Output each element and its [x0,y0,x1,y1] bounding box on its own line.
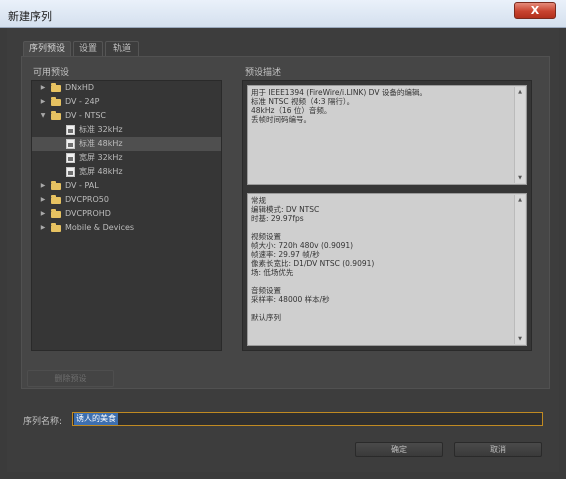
tree-folder-dnxhd[interactable]: ▶ DNxHD [32,81,221,95]
close-button[interactable]: X [514,2,556,19]
tree-item-label: 宽屏 32kHz [79,153,123,162]
folder-icon [51,83,61,92]
details-line: 时基: 29.97fps [251,214,304,223]
close-icon: X [530,4,540,17]
preset-description-label: 预设描述 [245,68,282,78]
preset-file-icon [66,153,75,163]
window-title: 新建序列 [8,10,52,23]
details-spacer [251,223,512,232]
folder-icon [51,181,61,190]
summary-line: 用于 IEEE1394 (FireWire/i.LINK) DV 设备的编辑。 [251,88,427,97]
delete-preset-button[interactable]: 删除预设 [27,370,114,387]
preset-tree[interactable]: ▶ DNxHD ▶ DV - 24P ▼ DV - NTSC 标准 32kHz … [31,80,222,351]
summary-textarea[interactable]: 用于 IEEE1394 (FireWire/i.LINK) DV 设备的编辑。 … [247,85,527,185]
preset-file-icon [66,125,75,135]
tree-item-label: DV - PAL [65,181,99,190]
tree-folder-mobile-devices[interactable]: ▶ Mobile & Devices [32,221,221,235]
details-line: 常规 [251,196,266,205]
folder-icon [51,209,61,218]
expand-arrow-icon[interactable]: ▶ [39,179,47,193]
tree-folder-dvcpro50[interactable]: ▶ DVCPRO50 [32,193,221,207]
tree-item-label: DV - NTSC [65,111,106,120]
summary-line: 标准 NTSC 视频（4:3 隔行）。 [251,97,355,106]
expand-arrow-icon[interactable]: ▶ [39,221,47,235]
details-line: 帧大小: 720h 480v (0.9091) [251,241,354,250]
details-line: 编辑模式: DV NTSC [251,205,320,214]
sequence-name-label: 序列名称: [23,417,63,427]
tree-preset-widescreen-48khz[interactable]: 宽屏 48kHz [32,165,221,179]
sequence-name-input[interactable]: 诱人的美食 [72,412,543,426]
preset-file-icon [66,139,75,149]
ok-button[interactable]: 确定 [355,442,443,457]
preset-description-panel: 用于 IEEE1394 (FireWire/i.LINK) DV 设备的编辑。 … [242,80,532,351]
tree-item-label: 标准 48kHz [79,139,123,148]
expand-arrow-icon[interactable]: ▶ [39,193,47,207]
summary-line: 48kHz（16 位）音频。 [251,106,332,115]
tree-preset-widescreen-32khz[interactable]: 宽屏 32kHz [32,151,221,165]
scroll-down-icon[interactable]: ▼ [515,334,525,344]
details-spacer [251,277,512,286]
dialog-body: 序列预设 设置 轨道 可用预设 预设描述 ▶ DNxHD ▶ DV - 24P … [7,28,559,472]
title-bar[interactable]: 新建序列 X [0,0,566,28]
tree-preset-standard-32khz[interactable]: 标准 32kHz [32,123,221,137]
folder-icon [51,111,61,120]
summary-line: 丢帧时间码编号。 [251,115,311,124]
folder-icon [51,97,61,106]
details-textarea[interactable]: 常规 编辑模式: DV NTSC 时基: 29.97fps 视频设置 帧大小: … [247,193,527,346]
expand-arrow-icon[interactable]: ▶ [39,95,47,109]
details-line: 场: 低场优先 [251,268,294,277]
folder-icon [51,223,61,232]
tree-item-label: 标准 32kHz [79,125,123,134]
scroll-up-icon[interactable]: ▲ [515,195,525,205]
details-line: 视频设置 [251,232,281,241]
expand-arrow-icon[interactable]: ▶ [39,207,47,221]
details-scrollbar[interactable]: ▲ ▼ [514,195,525,344]
cancel-button[interactable]: 取消 [454,442,542,457]
details-line: 帧速率: 29.97 帧/秒 [251,250,320,259]
tab-label: 轨道 [112,44,131,54]
tree-item-label: DNxHD [65,83,95,92]
folder-icon [51,195,61,204]
tab-label: 序列预设 [28,44,65,54]
details-line: 默认序列 [251,313,281,322]
preset-file-icon [66,167,75,177]
tree-preset-standard-48khz[interactable]: 标准 48kHz [32,137,221,151]
available-presets-label: 可用预设 [33,68,70,78]
details-line: 像素长宽比: D1/DV NTSC (0.9091) [251,259,375,268]
tree-item-label: DVCPRO50 [65,195,109,204]
sequence-name-value: 诱人的美食 [74,413,118,425]
tree-folder-dv-24p[interactable]: ▶ DV - 24P [32,95,221,109]
tree-folder-dv-pal[interactable]: ▶ DV - PAL [32,179,221,193]
details-spacer [251,304,512,313]
tree-item-label: DVCPROHD [65,209,111,218]
tree-item-label: DV - 24P [65,97,100,106]
tab-sequence-presets[interactable]: 序列预设 [23,41,71,57]
tree-item-label: Mobile & Devices [65,223,135,232]
tree-folder-dvcprohd[interactable]: ▶ DVCPROHD [32,207,221,221]
tab-label: 设置 [78,44,97,54]
tree-folder-dv-ntsc[interactable]: ▼ DV - NTSC [32,109,221,123]
collapse-arrow-icon[interactable]: ▼ [39,109,47,123]
details-line: 采样率: 48000 样本/秒 [251,295,330,304]
details-line: 音频设置 [251,286,281,295]
scroll-down-icon[interactable]: ▼ [515,173,525,183]
summary-scrollbar[interactable]: ▲ ▼ [514,87,525,183]
tree-item-label: 宽屏 48kHz [79,167,123,176]
presets-panel: 可用预设 预设描述 ▶ DNxHD ▶ DV - 24P ▼ DV - NTSC… [21,56,550,389]
expand-arrow-icon[interactable]: ▶ [39,81,47,95]
tab-tracks[interactable]: 轨道 [105,41,139,56]
scroll-up-icon[interactable]: ▲ [515,87,525,97]
tab-settings[interactable]: 设置 [73,41,103,56]
